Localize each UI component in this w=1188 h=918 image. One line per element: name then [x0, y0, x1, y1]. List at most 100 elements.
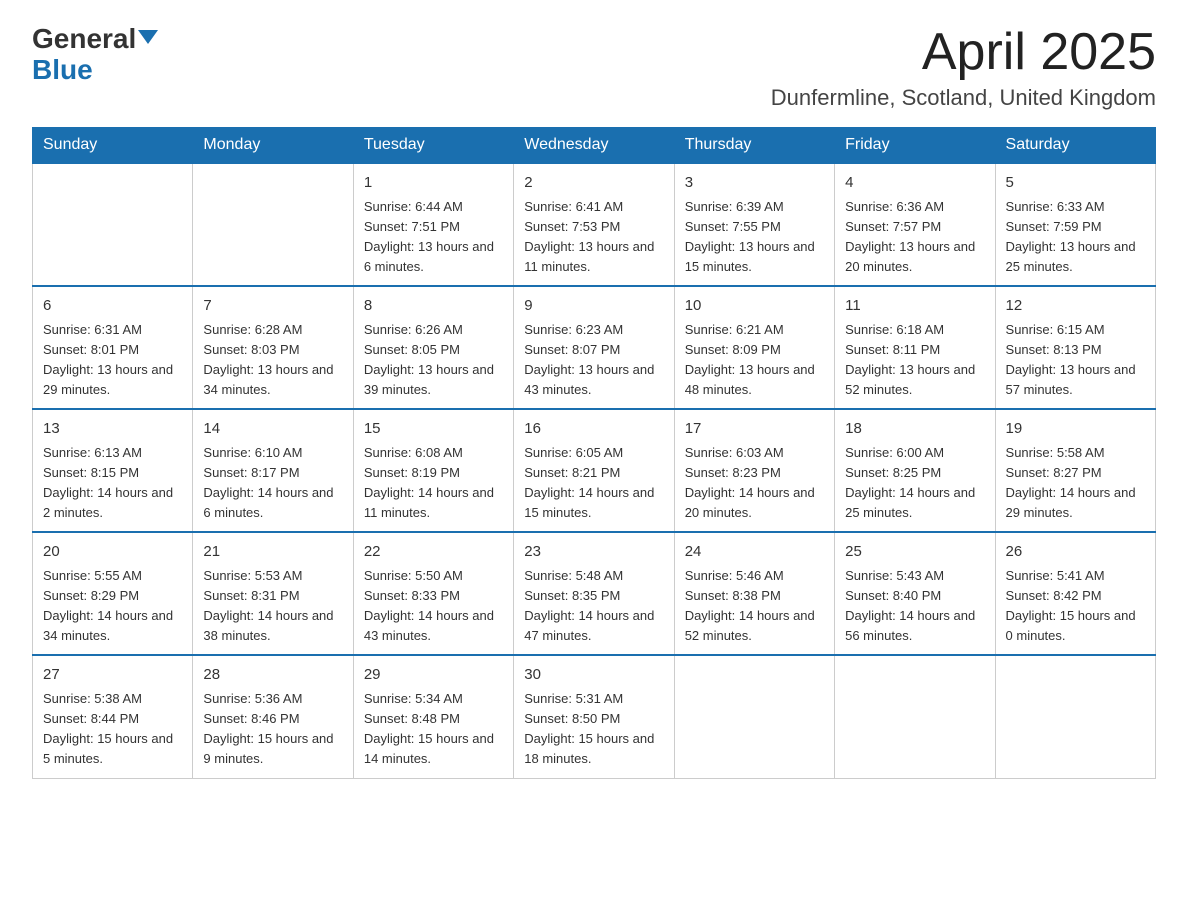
logo-triangle-icon — [138, 30, 158, 44]
sun-info: Sunrise: 5:36 AMSunset: 8:46 PMDaylight:… — [203, 689, 342, 770]
col-header-tuesday: Tuesday — [353, 128, 513, 164]
month-title: April 2025 — [771, 24, 1156, 81]
calendar-cell: 13Sunrise: 6:13 AMSunset: 8:15 PMDayligh… — [33, 409, 193, 532]
week-row-5: 27Sunrise: 5:38 AMSunset: 8:44 PMDayligh… — [33, 655, 1156, 778]
day-number: 8 — [364, 295, 503, 318]
day-number: 29 — [364, 664, 503, 687]
day-number: 16 — [524, 418, 663, 441]
sun-info: Sunrise: 6:44 AMSunset: 7:51 PMDaylight:… — [364, 197, 503, 278]
day-number: 19 — [1006, 418, 1145, 441]
calendar-cell: 8Sunrise: 6:26 AMSunset: 8:05 PMDaylight… — [353, 286, 513, 409]
day-number: 10 — [685, 295, 824, 318]
calendar-cell: 9Sunrise: 6:23 AMSunset: 8:07 PMDaylight… — [514, 286, 674, 409]
calendar-cell: 28Sunrise: 5:36 AMSunset: 8:46 PMDayligh… — [193, 655, 353, 778]
logo-text: General Blue — [32, 24, 158, 86]
calendar-cell: 19Sunrise: 5:58 AMSunset: 8:27 PMDayligh… — [995, 409, 1155, 532]
logo: General Blue — [32, 24, 158, 86]
sun-info: Sunrise: 6:08 AMSunset: 8:19 PMDaylight:… — [364, 443, 503, 524]
header: General Blue April 2025 Dunfermline, Sco… — [32, 24, 1156, 111]
calendar-cell: 21Sunrise: 5:53 AMSunset: 8:31 PMDayligh… — [193, 532, 353, 655]
sun-info: Sunrise: 5:53 AMSunset: 8:31 PMDaylight:… — [203, 566, 342, 647]
col-header-monday: Monday — [193, 128, 353, 164]
day-number: 6 — [43, 295, 182, 318]
calendar-cell: 11Sunrise: 6:18 AMSunset: 8:11 PMDayligh… — [835, 286, 995, 409]
day-number: 14 — [203, 418, 342, 441]
calendar-header-row: SundayMondayTuesdayWednesdayThursdayFrid… — [33, 128, 1156, 164]
col-header-sunday: Sunday — [33, 128, 193, 164]
calendar: SundayMondayTuesdayWednesdayThursdayFrid… — [32, 127, 1156, 778]
sun-info: Sunrise: 5:50 AMSunset: 8:33 PMDaylight:… — [364, 566, 503, 647]
calendar-cell — [674, 655, 834, 778]
sun-info: Sunrise: 6:28 AMSunset: 8:03 PMDaylight:… — [203, 320, 342, 401]
sun-info: Sunrise: 5:34 AMSunset: 8:48 PMDaylight:… — [364, 689, 503, 770]
sun-info: Sunrise: 5:41 AMSunset: 8:42 PMDaylight:… — [1006, 566, 1145, 647]
sun-info: Sunrise: 6:10 AMSunset: 8:17 PMDaylight:… — [203, 443, 342, 524]
week-row-4: 20Sunrise: 5:55 AMSunset: 8:29 PMDayligh… — [33, 532, 1156, 655]
day-number: 26 — [1006, 541, 1145, 564]
sun-info: Sunrise: 5:58 AMSunset: 8:27 PMDaylight:… — [1006, 443, 1145, 524]
title-area: April 2025 Dunfermline, Scotland, United… — [771, 24, 1156, 111]
day-number: 24 — [685, 541, 824, 564]
calendar-cell: 30Sunrise: 5:31 AMSunset: 8:50 PMDayligh… — [514, 655, 674, 778]
calendar-cell: 26Sunrise: 5:41 AMSunset: 8:42 PMDayligh… — [995, 532, 1155, 655]
day-number: 22 — [364, 541, 503, 564]
sun-info: Sunrise: 6:41 AMSunset: 7:53 PMDaylight:… — [524, 197, 663, 278]
calendar-cell: 25Sunrise: 5:43 AMSunset: 8:40 PMDayligh… — [835, 532, 995, 655]
col-header-friday: Friday — [835, 128, 995, 164]
day-number: 23 — [524, 541, 663, 564]
calendar-cell — [835, 655, 995, 778]
calendar-cell: 18Sunrise: 6:00 AMSunset: 8:25 PMDayligh… — [835, 409, 995, 532]
day-number: 2 — [524, 172, 663, 195]
day-number: 27 — [43, 664, 182, 687]
sun-info: Sunrise: 5:43 AMSunset: 8:40 PMDaylight:… — [845, 566, 984, 647]
day-number: 17 — [685, 418, 824, 441]
col-header-wednesday: Wednesday — [514, 128, 674, 164]
calendar-cell: 3Sunrise: 6:39 AMSunset: 7:55 PMDaylight… — [674, 163, 834, 286]
week-row-2: 6Sunrise: 6:31 AMSunset: 8:01 PMDaylight… — [33, 286, 1156, 409]
day-number: 11 — [845, 295, 984, 318]
sun-info: Sunrise: 6:13 AMSunset: 8:15 PMDaylight:… — [43, 443, 182, 524]
col-header-saturday: Saturday — [995, 128, 1155, 164]
sun-info: Sunrise: 6:26 AMSunset: 8:05 PMDaylight:… — [364, 320, 503, 401]
calendar-cell — [995, 655, 1155, 778]
sun-info: Sunrise: 6:33 AMSunset: 7:59 PMDaylight:… — [1006, 197, 1145, 278]
calendar-cell: 5Sunrise: 6:33 AMSunset: 7:59 PMDaylight… — [995, 163, 1155, 286]
sun-info: Sunrise: 6:03 AMSunset: 8:23 PMDaylight:… — [685, 443, 824, 524]
calendar-cell: 6Sunrise: 6:31 AMSunset: 8:01 PMDaylight… — [33, 286, 193, 409]
day-number: 15 — [364, 418, 503, 441]
sun-info: Sunrise: 6:31 AMSunset: 8:01 PMDaylight:… — [43, 320, 182, 401]
calendar-cell: 22Sunrise: 5:50 AMSunset: 8:33 PMDayligh… — [353, 532, 513, 655]
calendar-cell: 29Sunrise: 5:34 AMSunset: 8:48 PMDayligh… — [353, 655, 513, 778]
sun-info: Sunrise: 6:39 AMSunset: 7:55 PMDaylight:… — [685, 197, 824, 278]
calendar-cell: 2Sunrise: 6:41 AMSunset: 7:53 PMDaylight… — [514, 163, 674, 286]
logo-blue: Blue — [32, 54, 93, 85]
day-number: 25 — [845, 541, 984, 564]
day-number: 30 — [524, 664, 663, 687]
sun-info: Sunrise: 5:38 AMSunset: 8:44 PMDaylight:… — [43, 689, 182, 770]
calendar-cell: 16Sunrise: 6:05 AMSunset: 8:21 PMDayligh… — [514, 409, 674, 532]
calendar-cell: 24Sunrise: 5:46 AMSunset: 8:38 PMDayligh… — [674, 532, 834, 655]
day-number: 21 — [203, 541, 342, 564]
day-number: 12 — [1006, 295, 1145, 318]
sun-info: Sunrise: 6:18 AMSunset: 8:11 PMDaylight:… — [845, 320, 984, 401]
day-number: 9 — [524, 295, 663, 318]
sun-info: Sunrise: 6:05 AMSunset: 8:21 PMDaylight:… — [524, 443, 663, 524]
calendar-cell — [193, 163, 353, 286]
sun-info: Sunrise: 6:36 AMSunset: 7:57 PMDaylight:… — [845, 197, 984, 278]
calendar-cell: 7Sunrise: 6:28 AMSunset: 8:03 PMDaylight… — [193, 286, 353, 409]
location-title: Dunfermline, Scotland, United Kingdom — [771, 85, 1156, 111]
calendar-cell: 4Sunrise: 6:36 AMSunset: 7:57 PMDaylight… — [835, 163, 995, 286]
day-number: 7 — [203, 295, 342, 318]
calendar-cell: 14Sunrise: 6:10 AMSunset: 8:17 PMDayligh… — [193, 409, 353, 532]
calendar-cell: 12Sunrise: 6:15 AMSunset: 8:13 PMDayligh… — [995, 286, 1155, 409]
calendar-cell: 17Sunrise: 6:03 AMSunset: 8:23 PMDayligh… — [674, 409, 834, 532]
calendar-cell: 10Sunrise: 6:21 AMSunset: 8:09 PMDayligh… — [674, 286, 834, 409]
sun-info: Sunrise: 6:21 AMSunset: 8:09 PMDaylight:… — [685, 320, 824, 401]
day-number: 18 — [845, 418, 984, 441]
calendar-cell — [33, 163, 193, 286]
calendar-cell: 23Sunrise: 5:48 AMSunset: 8:35 PMDayligh… — [514, 532, 674, 655]
week-row-1: 1Sunrise: 6:44 AMSunset: 7:51 PMDaylight… — [33, 163, 1156, 286]
day-number: 5 — [1006, 172, 1145, 195]
sun-info: Sunrise: 6:15 AMSunset: 8:13 PMDaylight:… — [1006, 320, 1145, 401]
sun-info: Sunrise: 5:46 AMSunset: 8:38 PMDaylight:… — [685, 566, 824, 647]
